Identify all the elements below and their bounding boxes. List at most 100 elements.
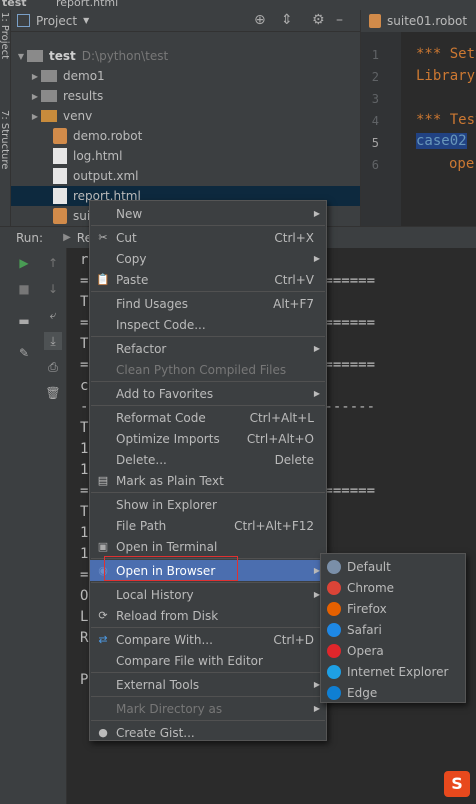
menu-item-open-in-terminal[interactable]: ▣ Open in Terminal bbox=[90, 536, 326, 557]
menu-item-refactor[interactable]: Refactor ▶ bbox=[90, 338, 326, 359]
tree-item-label: demo1 bbox=[63, 69, 105, 83]
menu-item-paste[interactable]: 📋 Paste Ctrl+V bbox=[90, 269, 326, 290]
menu-item-label: External Tools bbox=[116, 677, 200, 692]
arrow-down-icon[interactable]: ↓ bbox=[44, 280, 62, 298]
menu-item-compare-file-with-editor[interactable]: Compare File with Editor bbox=[90, 650, 326, 671]
chevron-right-icon[interactable]: ▶ bbox=[29, 92, 41, 101]
tree-item-test[interactable]: ▼ test D:\python\test bbox=[11, 46, 360, 66]
menu-item-cut[interactable]: ✂ Cut Ctrl+X bbox=[90, 227, 326, 248]
breadcrumb-root[interactable]: test bbox=[2, 0, 27, 9]
menu-item-show-in-explorer[interactable]: Show in Explorer bbox=[90, 494, 326, 515]
menu-item-copy[interactable]: Copy ▶ bbox=[90, 248, 326, 269]
tree-item-demo1[interactable]: ▶ demo1 bbox=[11, 66, 360, 86]
collapse-all-icon[interactable]: ⇕ bbox=[281, 12, 293, 28]
folder-icon bbox=[27, 50, 43, 62]
chevron-right-icon[interactable]: ▶ bbox=[29, 72, 41, 81]
menu-item-label: Reload from Disk bbox=[116, 608, 219, 623]
ie-icon bbox=[327, 664, 341, 679]
tab-project-tool[interactable]: 1: Project bbox=[0, 12, 11, 72]
code-line: oper bbox=[449, 156, 476, 172]
line-gutter: 1 2 3 4 5 6 bbox=[361, 32, 401, 226]
browser-item-edge[interactable]: Edge bbox=[321, 682, 465, 703]
menu-item-reformat-code[interactable]: Reformat Code Ctrl+Alt+L bbox=[90, 407, 326, 428]
menu-item-delete[interactable]: Delete... Delete bbox=[90, 449, 326, 470]
menu-separator bbox=[91, 558, 325, 559]
tree-item-demo-robot[interactable]: demo.robot bbox=[11, 126, 360, 146]
run-config-icon: ▶ bbox=[63, 232, 71, 243]
browser-item-opera[interactable]: Opera bbox=[321, 640, 465, 661]
project-view-selector[interactable]: Project bbox=[36, 14, 77, 28]
trash-icon[interactable]: 🗑 bbox=[44, 384, 62, 402]
menu-item-inspect-code[interactable]: Inspect Code... bbox=[90, 314, 326, 335]
tree-item-log-html[interactable]: log.html bbox=[11, 146, 360, 166]
globe-icon bbox=[327, 559, 341, 574]
menu-item-external-tools[interactable]: External Tools ▶ bbox=[90, 674, 326, 695]
menu-separator bbox=[91, 405, 325, 406]
tree-item-venv[interactable]: ▶ venv bbox=[11, 106, 360, 126]
menu-item-label: New bbox=[116, 206, 143, 221]
code-editor[interactable]: 1 2 3 4 5 6 *** Sett Library *** Test ca… bbox=[360, 32, 476, 226]
print-icon[interactable]: ⎙ bbox=[44, 358, 62, 376]
menu-item-open-in-browser[interactable]: ◉ Open in Browser ▶ bbox=[90, 560, 326, 581]
chevron-right-icon[interactable]: ▶ bbox=[29, 112, 41, 121]
layout-icon[interactable]: ▬ bbox=[15, 312, 33, 330]
menu-separator bbox=[91, 720, 325, 721]
menu-item-label: Copy bbox=[116, 251, 147, 266]
browser-item-label: Default bbox=[347, 559, 391, 574]
menu-item-label: Show in Explorer bbox=[116, 497, 217, 512]
rerun-icon[interactable]: ▶ bbox=[15, 254, 33, 272]
browser-item-chrome[interactable]: Chrome bbox=[321, 577, 465, 598]
project-panel: Project ▼ ⊕ ⇕ ⚙ – ▼ test D:\python\test … bbox=[11, 10, 360, 226]
code-line: Library bbox=[416, 68, 476, 84]
submenu-arrow-icon: ▶ bbox=[313, 704, 320, 713]
line-number: 2 bbox=[371, 70, 379, 84]
menu-item-compare-with[interactable]: ⇄ Compare With... Ctrl+D bbox=[90, 629, 326, 650]
menu-item-create-gist[interactable]: ● Create Gist... bbox=[90, 722, 326, 743]
tree-item-output-xml[interactable]: output.xml bbox=[11, 166, 360, 186]
menu-item-find-usages[interactable]: Find Usages Alt+F7 bbox=[90, 293, 326, 314]
browser-item-default[interactable]: Default bbox=[321, 556, 465, 577]
browser-item-firefox[interactable]: Firefox bbox=[321, 598, 465, 619]
opera-icon bbox=[327, 643, 341, 658]
menu-separator bbox=[91, 336, 325, 337]
chevron-down-icon[interactable]: ▼ bbox=[83, 16, 89, 25]
menu-item-label: File Path bbox=[116, 518, 167, 533]
menu-item-mark-directory-as: Mark Directory as ▶ bbox=[90, 698, 326, 719]
soft-wrap-icon[interactable]: ⤶ bbox=[44, 306, 62, 324]
menu-item-local-history[interactable]: Local History ▶ bbox=[90, 584, 326, 605]
browser-item-safari[interactable]: Safari bbox=[321, 619, 465, 640]
tree-item-label: output.xml bbox=[73, 169, 139, 183]
stop-icon[interactable]: ■ bbox=[15, 280, 33, 298]
menu-item-label: Delete... bbox=[116, 452, 167, 467]
menu-item-file-path[interactable]: File Path Ctrl+Alt+F12 bbox=[90, 515, 326, 536]
menu-item-optimize-imports[interactable]: Optimize Imports Ctrl+Alt+O bbox=[90, 428, 326, 449]
github-icon: ● bbox=[98, 725, 108, 739]
breadcrumb-file[interactable]: report.html bbox=[56, 0, 118, 9]
watermark-letter: S bbox=[451, 774, 463, 793]
tab-project-label: 1: Project bbox=[0, 12, 10, 60]
left-tool-stripe: 1: Project 7: Structure bbox=[0, 10, 11, 226]
tree-item-results[interactable]: ▶ results bbox=[11, 86, 360, 106]
browser-item-internet-explorer[interactable]: Internet Explorer bbox=[321, 661, 465, 682]
pin-icon[interactable]: ✎ bbox=[15, 344, 33, 362]
line-number: 1 bbox=[371, 48, 379, 62]
scroll-to-end-icon[interactable]: ⤓ bbox=[44, 332, 62, 350]
menu-separator bbox=[91, 582, 325, 583]
menu-item-mark-as-plain-text[interactable]: ▤ Mark as Plain Text bbox=[90, 470, 326, 491]
menu-item-new[interactable]: New ▶ bbox=[90, 203, 326, 224]
menu-item-add-to-favorites[interactable]: Add to Favorites ▶ bbox=[90, 383, 326, 404]
folder-icon bbox=[41, 90, 57, 102]
submenu-arrow-icon: ▶ bbox=[313, 389, 320, 398]
tab-structure-tool[interactable]: 7: Structure bbox=[0, 110, 11, 200]
menu-item-label: Local History bbox=[116, 587, 194, 602]
editor-tab-suite01[interactable]: suite01.robot bbox=[387, 14, 467, 28]
hide-panel-icon[interactable]: – bbox=[336, 12, 343, 28]
menu-item-reload-from-disk[interactable]: ⟳ Reload from Disk bbox=[90, 605, 326, 626]
chevron-down-icon[interactable]: ▼ bbox=[15, 52, 27, 61]
menu-separator bbox=[91, 492, 325, 493]
xml-file-icon bbox=[53, 168, 67, 184]
run-label: Run: bbox=[16, 230, 44, 245]
arrow-up-icon[interactable]: ↑ bbox=[44, 254, 62, 272]
locate-target-icon[interactable]: ⊕ bbox=[254, 12, 266, 28]
gear-icon[interactable]: ⚙ bbox=[312, 12, 325, 28]
